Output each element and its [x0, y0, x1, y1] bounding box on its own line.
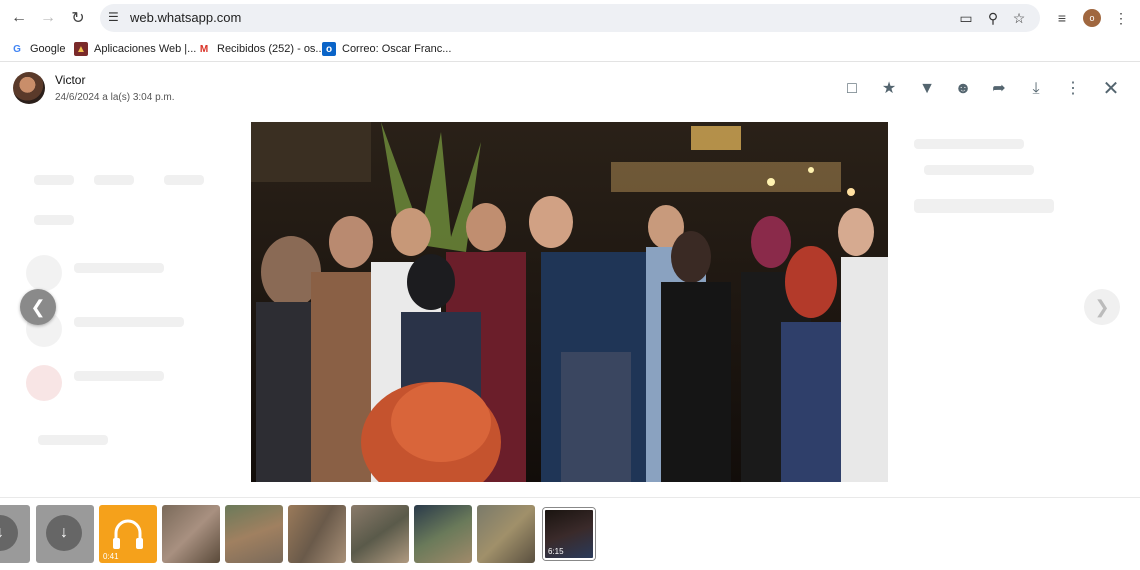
next-media-button[interactable]: ❯ [1084, 289, 1120, 325]
thumbnail-image[interactable] [351, 505, 409, 563]
address-bar[interactable]: ☰ web.whatsapp.com ▭ ⚲ ☆ [100, 4, 1040, 32]
message-timestamp: 24/6/2024 a la(s) 3:04 p.m. [55, 92, 175, 103]
previous-media-button[interactable]: ❮ [20, 289, 56, 325]
forward-icon[interactable]: ➦ [988, 78, 1010, 100]
app-icon: ▲ [74, 42, 88, 56]
avatar[interactable] [13, 72, 45, 104]
bookmark-aplicaciones[interactable]: ▲ Aplicaciones Web |... [74, 41, 196, 57]
close-icon[interactable]: ✕ [1100, 78, 1122, 100]
video-frame [251, 122, 888, 482]
bookmark-star-icon[interactable]: ☆ [1010, 9, 1028, 27]
google-icon: G [13, 43, 21, 55]
forward-icon[interactable]: → [33, 3, 63, 33]
more-options-icon[interactable]: ⋮ [1062, 78, 1084, 100]
browser-toolbar: ← → ↻ ☰ web.whatsapp.com ▭ ⚲ ☆ ≡ o ⋮ [0, 0, 1140, 36]
bookmarks-bar: G Google ▲ Aplicaciones Web |... M Recib… [0, 36, 1140, 62]
media-viewer: Victor 24/6/2024 a la(s) 3:04 p.m. □ ★ ▼… [0, 63, 1140, 570]
reading-list-icon[interactable]: ≡ [1052, 8, 1072, 28]
reload-icon[interactable]: ↻ [63, 3, 93, 33]
zoom-icon[interactable]: ⚲ [984, 9, 1002, 27]
thumbnail-video-selected[interactable]: 6:15 [543, 508, 595, 560]
star-icon[interactable]: ★ [878, 78, 900, 100]
video-duration: 6:15 [548, 547, 564, 556]
thumbnail-image[interactable] [414, 505, 472, 563]
bookmark-outlook[interactable]: o Correo: Oscar Franc... [322, 41, 451, 57]
go-to-message-icon[interactable]: □ [841, 78, 863, 100]
browser-menu-icon[interactable]: ⋮ [1111, 8, 1131, 28]
outlook-icon: o [322, 42, 336, 56]
download-icon: ↓ [46, 515, 82, 551]
thumbnail-image[interactable] [288, 505, 346, 563]
audio-duration: 0:41 [103, 552, 119, 561]
thumbnail-download[interactable]: ↓ [0, 505, 30, 563]
download-icon: ↓ [0, 515, 18, 551]
media-video[interactable] [251, 122, 888, 482]
bookmark-label: Recibidos (252) - os... [217, 43, 325, 55]
thumbnail-image[interactable] [162, 505, 220, 563]
site-settings-icon[interactable]: ☰ [108, 10, 124, 26]
gmail-icon: M [199, 43, 209, 55]
back-icon[interactable]: ← [4, 3, 34, 33]
bookmark-label: Aplicaciones Web |... [94, 43, 197, 55]
sender-name: Victor [55, 73, 86, 87]
thumbnail-download[interactable]: ↓ [36, 505, 94, 563]
react-icon[interactable]: ☻ [952, 78, 974, 100]
profile-avatar[interactable]: o [1083, 9, 1101, 27]
bookmark-label: Google [30, 43, 66, 55]
thumbnail-image[interactable] [477, 505, 535, 563]
thumbnail-audio[interactable]: 0:41 [99, 505, 157, 563]
viewer-header: Victor 24/6/2024 a la(s) 3:04 p.m. □ ★ ▼… [0, 63, 1140, 113]
bookmark-google[interactable]: G Google [10, 41, 65, 57]
pin-icon[interactable]: ▼ [916, 78, 938, 100]
install-app-icon[interactable]: ▭ [957, 9, 975, 27]
download-icon[interactable]: ⤓ [1025, 78, 1047, 100]
thumbnail-image[interactable] [225, 505, 283, 563]
url-text[interactable]: web.whatsapp.com [130, 10, 241, 25]
bookmark-label: Correo: Oscar Franc... [342, 43, 452, 55]
media-thumbnail-strip: ↓ ↓ 0:41 6:15 [0, 497, 1140, 570]
bookmark-gmail[interactable]: M Recibidos (252) - os... [197, 41, 325, 57]
